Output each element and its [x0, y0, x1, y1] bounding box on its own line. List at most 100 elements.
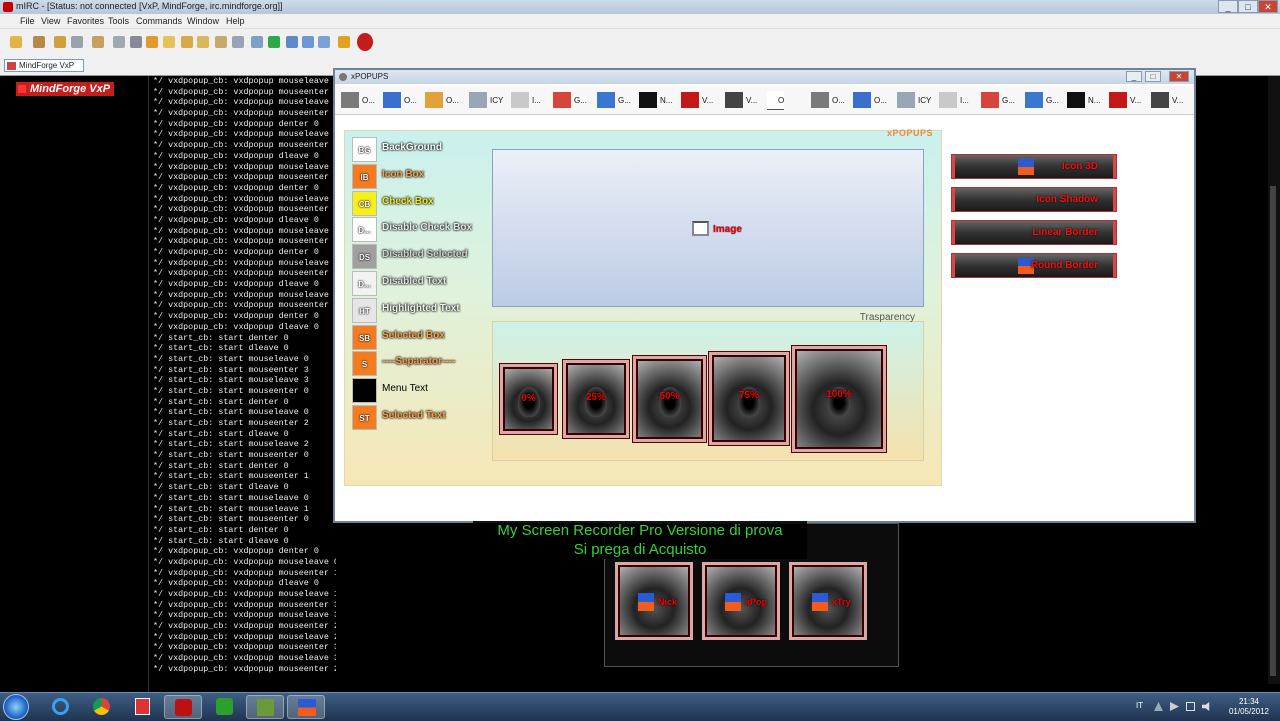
taskbar-ie[interactable] — [41, 695, 79, 719]
icon-3d-button[interactable]: Icon 3D — [951, 154, 1117, 179]
scripts-icon[interactable] — [92, 36, 104, 48]
color-swatch[interactable]: BG — [352, 137, 377, 162]
theme-tab[interactable]: O... — [383, 91, 417, 109]
transparency-75[interactable]: 75% — [709, 352, 789, 445]
theme-tab[interactable]: O... — [853, 91, 887, 109]
log-icon[interactable] — [71, 36, 83, 48]
log-line: */ start_cb: start mouseleave 0 — [153, 407, 309, 418]
theme-tab[interactable]: I... — [939, 91, 969, 109]
menu-file[interactable]: File — [20, 16, 35, 26]
transparency-25[interactable]: 25% — [563, 360, 629, 438]
color-swatch[interactable]: DS — [352, 244, 377, 270]
transparency-100[interactable]: 100% — [792, 346, 886, 452]
taskbar-app[interactable] — [123, 695, 161, 719]
notify-icon[interactable] — [197, 36, 209, 48]
theme-tab[interactable]: G... — [553, 91, 587, 109]
connect-icon[interactable] — [10, 36, 22, 48]
menu-view[interactable]: View — [41, 16, 60, 26]
colors-icon[interactable] — [146, 36, 158, 48]
ignore-icon[interactable] — [232, 36, 244, 48]
round-border-button[interactable]: Round Border — [951, 253, 1117, 278]
transparency-50[interactable]: 50% — [633, 356, 706, 442]
dialog-maximize-button[interactable]: □ — [1145, 71, 1161, 82]
theme-tab[interactable]: O... — [341, 91, 375, 109]
theme-tab[interactable]: ICY — [897, 91, 931, 109]
volume-icon[interactable] — [1202, 702, 1210, 711]
theme-tab[interactable]: N... — [639, 91, 672, 109]
color-swatch[interactable]: HT — [352, 297, 377, 323]
list-channels-icon[interactable] — [268, 36, 280, 48]
dialog-close-button[interactable]: ✕ — [1169, 71, 1189, 82]
monitor-icon[interactable] — [1186, 702, 1195, 711]
color-swatch[interactable]: CB — [352, 190, 377, 216]
taskbar-clock[interactable]: 21:34 01/05/2012 — [1224, 697, 1274, 717]
theme-tab-label: V... — [746, 95, 758, 105]
color-swatch[interactable]: D... — [352, 271, 377, 296]
status-scrollbar[interactable] — [1268, 76, 1280, 684]
theme-tab[interactable]: O — [767, 91, 785, 110]
close-button[interactable]: ✕ — [1258, 0, 1278, 13]
color-swatch[interactable]: SB — [352, 324, 377, 350]
channels-icon[interactable] — [54, 36, 66, 48]
taskbar-mirc[interactable] — [164, 695, 202, 719]
menu-bar: File View Favorites Tools Commands Windo… — [0, 14, 1280, 29]
options-icon[interactable] — [33, 36, 45, 48]
menu-favorites[interactable]: Favorites — [67, 16, 104, 26]
theme-tab[interactable]: G... — [981, 91, 1015, 109]
theme-tab[interactable]: V... — [725, 91, 757, 109]
image-preview[interactable]: Image — [492, 149, 924, 307]
color-swatch[interactable]: IB — [352, 163, 377, 189]
dcc-send-icon[interactable] — [163, 36, 175, 48]
nick-button[interactable]: Nick — [615, 562, 693, 640]
finger-icon[interactable] — [251, 36, 263, 48]
color-swatch[interactable]: ST — [352, 405, 377, 430]
tile-icon[interactable] — [286, 36, 298, 48]
linear-border-button[interactable]: Linear Border — [951, 220, 1117, 245]
theme-tab[interactable]: N... — [1067, 91, 1100, 109]
switchbar-item-mindforge[interactable]: MindForge VxP — [4, 59, 84, 72]
dialog-minimize-button[interactable]: _ — [1126, 71, 1142, 82]
theme-tab[interactable]: V... — [681, 91, 713, 109]
start-button[interactable] — [3, 694, 29, 720]
taskbar-utorrent[interactable] — [205, 695, 243, 719]
dcc-chat-icon[interactable] — [181, 36, 193, 48]
theme-tab[interactable]: O... — [811, 91, 845, 109]
cascade-icon[interactable] — [302, 36, 314, 48]
menu-tools[interactable]: Tools — [108, 16, 129, 26]
language-indicator[interactable]: IT — [1136, 701, 1143, 710]
theme-tab[interactable]: I... — [511, 91, 541, 109]
menu-help[interactable]: Help — [226, 16, 245, 26]
taskbar-editor[interactable] — [246, 695, 284, 719]
xtry-button[interactable]: xTry — [789, 562, 867, 640]
timer-icon[interactable] — [130, 36, 142, 48]
scrollbar-thumb[interactable] — [1270, 186, 1276, 676]
minimize-button[interactable]: _ — [1218, 0, 1238, 13]
color-swatch[interactable] — [352, 378, 377, 404]
maximize-button[interactable]: □ — [1238, 0, 1258, 13]
theme-tab[interactable]: G... — [1025, 91, 1059, 109]
color-swatch[interactable]: S — [352, 351, 377, 377]
xpop-button[interactable]: xPop — [702, 562, 780, 640]
treebar-item-mindforge[interactable]: MindForge VxP — [16, 82, 115, 96]
alert-icon[interactable] — [338, 36, 350, 48]
icon-shadow-button[interactable]: Icon Shadow — [951, 187, 1117, 212]
menu-commands[interactable]: Commands — [136, 16, 182, 26]
menu-window[interactable]: Window — [187, 16, 219, 26]
log-line: */ start_cb: start dleave 0 — [153, 428, 289, 439]
theme-tab[interactable]: O... — [425, 91, 459, 109]
urls-icon[interactable] — [215, 36, 227, 48]
skull-icon[interactable] — [357, 33, 373, 51]
theme-tab[interactable]: V... — [1109, 91, 1141, 109]
theme-tab[interactable]: ICY — [469, 91, 503, 109]
show-hidden-icons-icon[interactable] — [1154, 702, 1163, 711]
taskbar-chrome[interactable] — [82, 695, 120, 719]
address-book-icon[interactable] — [113, 36, 125, 48]
theme-tab[interactable]: V... — [1151, 91, 1183, 109]
arrange-icon[interactable] — [318, 36, 330, 48]
transparency-0[interactable]: 0% — [500, 364, 557, 434]
theme-tab[interactable]: G... — [597, 91, 631, 109]
transparency-panel: Trasparency 0% 25% 50% 75% 100% — [492, 312, 924, 461]
flag-icon[interactable] — [1170, 702, 1179, 711]
taskbar-xpopups[interactable] — [287, 695, 325, 719]
color-swatch[interactable]: D... — [352, 217, 377, 243]
